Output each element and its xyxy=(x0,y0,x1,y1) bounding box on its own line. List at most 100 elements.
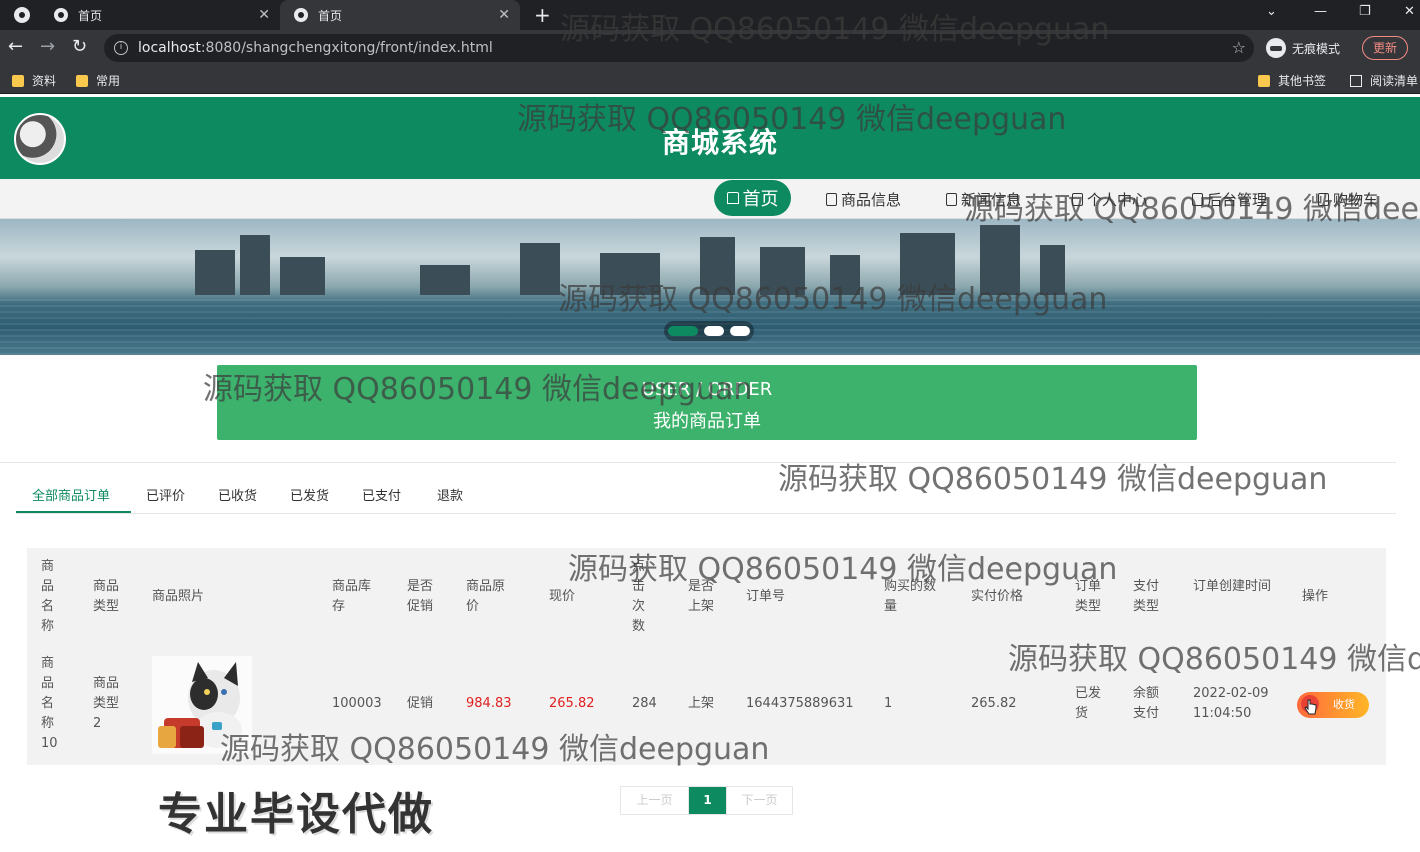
prev-page-button[interactable]: 上一页 xyxy=(621,787,689,814)
watermark: 源码获取 QQ86050149 微信deepguan xyxy=(558,282,1108,317)
forward-icon[interactable]: → xyxy=(40,36,55,57)
col-header: 操作 xyxy=(1302,589,1329,604)
cell-quantity: 1 xyxy=(884,696,893,711)
col-header: 商品原价 xyxy=(466,579,506,614)
col-header: 实付价格 xyxy=(971,589,1024,604)
nav-label: 首页 xyxy=(742,189,779,210)
info-icon[interactable]: i xyxy=(114,41,128,55)
browser-menu-icon[interactable] xyxy=(14,7,30,23)
col-header: 商品名称 xyxy=(41,559,55,634)
nav-label: 商品信息 xyxy=(841,191,902,209)
update-button[interactable]: 更新 xyxy=(1362,36,1408,60)
reading-list[interactable]: 阅读清单 xyxy=(1350,72,1418,89)
section-title-cn: 我的商品订单 xyxy=(653,411,761,432)
folder-icon xyxy=(76,74,88,87)
cell-paid: 265.82 xyxy=(971,696,1017,711)
back-icon[interactable]: ← xyxy=(8,36,23,57)
cell-stock: 100003 xyxy=(332,696,382,711)
watermark: 源码获取 QQ86050149 微信deepguan xyxy=(560,12,1110,47)
carousel-dot[interactable] xyxy=(704,326,724,336)
watermark: 源码获取 QQ86050149 微信deepguan xyxy=(1008,642,1420,677)
browser-tab-2[interactable]: 首页 ✕ xyxy=(280,0,520,30)
page-1-button[interactable]: 1 xyxy=(689,787,726,814)
col-header: 商品类型 xyxy=(93,579,120,614)
restore-icon[interactable]: ❐ xyxy=(1359,4,1371,19)
incognito-label: 无痕模式 xyxy=(1292,41,1341,56)
watermark: 源码获取 QQ86050149 微信deepguan xyxy=(568,552,1118,587)
skyline-building xyxy=(420,265,470,295)
cell-price: 265.82 xyxy=(549,696,595,711)
close-icon[interactable]: ✕ xyxy=(498,7,510,23)
carousel-indicators xyxy=(664,321,754,341)
watermark: 源码获取 QQ86050149 微信deepguan xyxy=(203,372,753,407)
home-icon xyxy=(726,192,739,204)
bookmark-label: 阅读清单 xyxy=(1370,74,1419,88)
tab-reviewed[interactable]: 已评价 xyxy=(146,485,185,504)
star-icon[interactable]: ☆ xyxy=(1232,38,1246,57)
watermark: 源码获取 QQ86050149 微信deepguan xyxy=(964,192,1420,227)
tab-title: 首页 xyxy=(318,8,343,23)
cell-order-type: 已发货 xyxy=(1075,686,1102,721)
folder-icon xyxy=(12,74,24,87)
bookmark-folder-changyong[interactable]: 常用 xyxy=(76,72,120,89)
cell-created: 2022-02-09 11:04:50 xyxy=(1193,686,1269,721)
col-header: 现价 xyxy=(549,589,576,604)
cell-clicks: 284 xyxy=(632,696,657,711)
close-window-icon[interactable]: ✕ xyxy=(1404,4,1415,19)
cell-promo: 促销 xyxy=(407,696,434,711)
bookmark-label: 其他书签 xyxy=(1278,74,1327,88)
skyline-building xyxy=(240,235,270,295)
watermark: 源码获取 QQ86050149 微信deepguan xyxy=(517,102,1067,137)
col-header: 商品库存 xyxy=(332,579,372,614)
tab-title: 首页 xyxy=(78,8,103,23)
col-header: 支付类型 xyxy=(1133,579,1160,614)
cell-original-price: 984.83 xyxy=(466,696,512,711)
other-bookmarks[interactable]: 其他书签 xyxy=(1258,72,1326,89)
hand-cursor-icon xyxy=(1301,695,1319,715)
tab-shipped[interactable]: 已发货 xyxy=(290,485,329,504)
bookmarks-bar: 资料 常用 其他书签 阅读清单 xyxy=(0,66,1420,94)
pagination: 上一页 1 下一页 xyxy=(620,786,793,815)
cell-pay-type: 余额支付 xyxy=(1133,686,1160,721)
nav-home[interactable]: 首页 xyxy=(714,180,791,216)
tab-all-orders[interactable]: 全部商品订单 xyxy=(32,485,110,504)
col-header: 商品照片 xyxy=(152,589,205,604)
active-tab-indicator xyxy=(16,511,131,513)
col-header: 订单号 xyxy=(746,589,786,604)
close-icon[interactable]: ✕ xyxy=(258,7,270,23)
new-tab-icon[interactable]: + xyxy=(534,3,551,27)
cell-order-no: 1644375889631 xyxy=(746,696,854,711)
folder-icon xyxy=(1258,74,1270,87)
cell-type: 商品类型2 xyxy=(93,676,120,731)
skyline-building xyxy=(280,257,325,295)
reload-icon[interactable]: ↻ xyxy=(72,36,87,57)
carousel-dot[interactable] xyxy=(730,326,750,336)
carousel-dot[interactable] xyxy=(668,326,698,336)
news-icon xyxy=(946,193,957,206)
tab-refund[interactable]: 退款 xyxy=(437,485,463,504)
watermark: 源码获取 QQ86050149 微信deepguan xyxy=(778,462,1328,497)
browser-tab-1[interactable]: 首页 ✕ xyxy=(40,0,280,30)
bookmark-label: 常用 xyxy=(96,74,121,88)
col-header: 是否促销 xyxy=(407,579,434,614)
reading-list-icon xyxy=(1350,74,1362,87)
skyline-building xyxy=(520,243,560,295)
minimize-icon[interactable]: — xyxy=(1314,4,1327,19)
incognito-indicator[interactable]: 无痕模式 xyxy=(1266,38,1340,58)
col-header: 订单创建时间 xyxy=(1193,579,1272,594)
tab-received[interactable]: 已收货 xyxy=(218,485,257,504)
globe-icon xyxy=(294,8,308,22)
nav-products[interactable]: 商品信息 xyxy=(826,189,901,210)
ad-overlay-text: 专业毕设代做 xyxy=(158,789,434,840)
next-page-button[interactable]: 下一页 xyxy=(726,787,792,814)
bookmark-folder-ziliao[interactable]: 资料 xyxy=(12,72,56,89)
incognito-icon xyxy=(1266,38,1286,58)
tab-paid[interactable]: 已支付 xyxy=(362,485,401,504)
cell-on-shelf: 上架 xyxy=(688,696,715,711)
bookmark-label: 资料 xyxy=(32,74,57,88)
watermark: 源码获取 QQ86050149 微信deepguan xyxy=(220,732,770,767)
url-text: localhost:8080/shangchengxitong/front/in… xyxy=(138,40,493,56)
cell-name: 商品名称10 xyxy=(41,656,58,751)
globe-icon xyxy=(54,8,68,22)
chevron-down-icon[interactable]: ⌄ xyxy=(1266,4,1277,19)
